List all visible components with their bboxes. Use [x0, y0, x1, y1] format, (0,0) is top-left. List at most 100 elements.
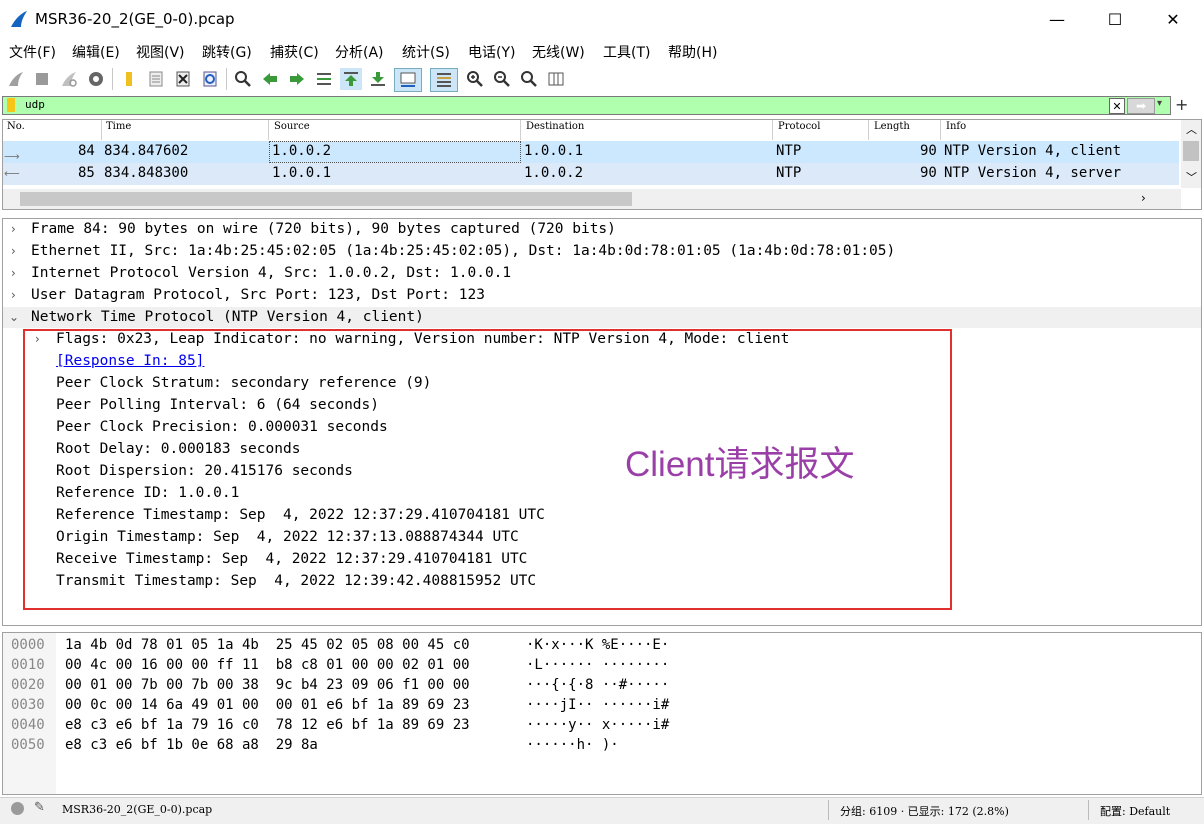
- menu-wireless[interactable]: 无线(W): [532, 42, 585, 62]
- byte-ascii-row[interactable]: ·····y·· x·····i#: [526, 717, 669, 733]
- byte-hex-row[interactable]: 00 4c 00 16 00 00 ff 11 b8 c8 01 00 00 0…: [65, 657, 470, 673]
- detail-frame[interactable]: Frame 84: 90 bytes on wire (720 bits), 9…: [31, 221, 616, 237]
- byte-hex-row[interactable]: e8 c3 e6 bf 1a 79 16 c0 78 12 e6 bf 1a 8…: [65, 717, 470, 733]
- packet-source: 1.0.0.2: [272, 143, 332, 159]
- column-divider[interactable]: [520, 120, 521, 140]
- collapse-arrow-icon[interactable]: ⌄: [9, 310, 19, 324]
- colorize-icon[interactable]: [430, 68, 458, 92]
- stop-capture-icon[interactable]: [31, 68, 53, 90]
- go-to-packet-icon[interactable]: [313, 68, 335, 90]
- column-header-no[interactable]: No.: [7, 121, 25, 132]
- byte-hex-row[interactable]: e8 c3 e6 bf 1b 0e 68 a8 29 8a: [65, 737, 318, 753]
- detail-ethernet[interactable]: Ethernet II, Src: 1a:4b:25:45:02:05 (1a:…: [31, 243, 895, 259]
- byte-hex-row[interactable]: 1a 4b 0d 78 01 05 1a 4b 25 45 02 05 08 0…: [65, 637, 470, 653]
- menu-analyze[interactable]: 分析(A): [335, 42, 384, 62]
- expand-arrow-icon[interactable]: ›: [11, 266, 16, 280]
- scroll-right-icon[interactable]: ›: [1141, 191, 1146, 205]
- menu-telephony[interactable]: 电话(Y): [468, 42, 515, 62]
- packet-length: 90: [920, 165, 937, 181]
- go-back-icon[interactable]: [259, 68, 281, 90]
- capture-options-icon[interactable]: [85, 68, 107, 90]
- find-packet-icon[interactable]: [232, 68, 254, 90]
- h-scrollbar-thumb[interactable]: [20, 192, 632, 206]
- column-header-destination[interactable]: Destination: [526, 121, 584, 132]
- reload-file-icon[interactable]: [199, 68, 221, 90]
- resize-columns-icon[interactable]: [545, 68, 567, 90]
- filter-history-dropdown-icon[interactable]: ▾: [1157, 98, 1162, 109]
- packet-time: 834.847602: [104, 143, 189, 159]
- column-divider[interactable]: [268, 120, 269, 140]
- auto-scroll-icon[interactable]: [394, 68, 422, 92]
- packet-info: NTP Version 4, server: [944, 165, 1122, 181]
- close-file-icon[interactable]: [172, 68, 194, 90]
- byte-ascii-row[interactable]: ·L······ ········: [526, 657, 669, 673]
- display-filter-input[interactable]: [2, 96, 1171, 115]
- open-file-icon[interactable]: [118, 68, 140, 90]
- column-header-time[interactable]: Time: [106, 121, 131, 132]
- zoom-in-icon[interactable]: [464, 68, 486, 90]
- detail-udp[interactable]: User Datagram Protocol, Src Port: 123, D…: [31, 287, 485, 303]
- menu-go[interactable]: 跳转(G): [202, 42, 252, 62]
- go-first-packet-icon[interactable]: [340, 68, 362, 90]
- byte-offset: 0010: [11, 657, 45, 673]
- byte-offset: 0040: [11, 717, 45, 733]
- normal-size-icon[interactable]: [518, 68, 540, 90]
- detail-ipv4[interactable]: Internet Protocol Version 4, Src: 1.0.0.…: [31, 265, 511, 281]
- byte-ascii-row[interactable]: ····jI·· ······i#: [526, 697, 669, 713]
- column-header-length[interactable]: Length: [874, 121, 910, 132]
- add-filter-button-icon[interactable]: +: [1175, 95, 1188, 114]
- clear-filter-icon[interactable]: ✕: [1109, 98, 1125, 114]
- save-file-icon[interactable]: [145, 68, 167, 90]
- column-divider[interactable]: [868, 120, 869, 140]
- menu-help[interactable]: 帮助(H): [668, 42, 717, 62]
- scroll-down-icon[interactable]: ﹀: [1186, 169, 1197, 185]
- status-divider: [828, 800, 829, 820]
- annotation-label: Client请求报文: [625, 445, 855, 484]
- menu-file[interactable]: 文件(F): [9, 42, 56, 62]
- expand-arrow-icon[interactable]: ›: [11, 244, 16, 258]
- status-profile[interactable]: 配置: Default: [1100, 803, 1170, 819]
- expand-arrow-icon[interactable]: ›: [11, 222, 16, 236]
- bookmark-icon[interactable]: [7, 98, 15, 112]
- byte-hex-row[interactable]: 00 0c 00 14 6a 49 01 00 00 01 e6 bf 1a 8…: [65, 697, 470, 713]
- menu-edit[interactable]: 编辑(E): [72, 42, 120, 62]
- toolbar-separator: [226, 68, 227, 90]
- display-filter-value: udp: [25, 98, 45, 111]
- status-file-name: MSR36-20_2(GE_0-0).pcap: [62, 803, 213, 816]
- menu-statistics[interactable]: 统计(S): [402, 42, 450, 62]
- minimize-button[interactable]: —: [1028, 0, 1086, 38]
- column-divider[interactable]: [101, 120, 102, 140]
- packet-no: 85: [78, 165, 95, 181]
- menu-tools[interactable]: 工具(T): [603, 42, 650, 62]
- column-header-source[interactable]: Source: [274, 121, 310, 132]
- scrollbar-thumb[interactable]: [1183, 141, 1199, 161]
- column-header-protocol[interactable]: Protocol: [778, 121, 820, 132]
- byte-ascii-row[interactable]: ···{·{·8 ··#·····: [526, 677, 669, 693]
- byte-ascii-row[interactable]: ·K·x···K %E····E·: [526, 637, 669, 653]
- byte-offset: 0020: [11, 677, 45, 693]
- expand-arrow-icon[interactable]: ›: [11, 288, 16, 302]
- expert-info-icon[interactable]: [11, 802, 24, 815]
- column-divider[interactable]: [940, 120, 941, 140]
- detail-ntp[interactable]: Network Time Protocol (NTP Version 4, cl…: [31, 309, 424, 325]
- status-packet-count: 分组: 6109 · 已显示: 172 (2.8%): [840, 805, 1009, 818]
- menu-view[interactable]: 视图(V): [136, 42, 185, 62]
- column-header-info[interactable]: Info: [946, 121, 966, 132]
- packet-destination: 1.0.0.2: [524, 165, 584, 181]
- byte-ascii-row[interactable]: ······h· )·: [526, 737, 619, 753]
- byte-offset: 0000: [11, 637, 45, 653]
- restart-capture-icon[interactable]: [58, 68, 80, 90]
- scroll-up-icon[interactable]: ︿: [1186, 121, 1197, 137]
- column-divider[interactable]: [772, 120, 773, 140]
- capture-comment-icon[interactable]: ✎: [34, 800, 45, 815]
- maximize-button[interactable]: ☐: [1086, 0, 1144, 38]
- byte-hex-row[interactable]: 00 01 00 7b 00 7b 00 38 9c b4 23 09 06 f…: [65, 677, 470, 693]
- close-button[interactable]: ✕: [1144, 0, 1202, 38]
- zoom-out-icon[interactable]: [491, 68, 513, 90]
- go-forward-icon[interactable]: [286, 68, 308, 90]
- go-last-packet-icon[interactable]: [367, 68, 389, 90]
- menu-capture[interactable]: 捕获(C): [270, 42, 319, 62]
- apply-filter-icon[interactable]: ➡: [1127, 98, 1155, 114]
- start-capture-icon[interactable]: [5, 68, 27, 90]
- packet-length: 90: [920, 143, 937, 159]
